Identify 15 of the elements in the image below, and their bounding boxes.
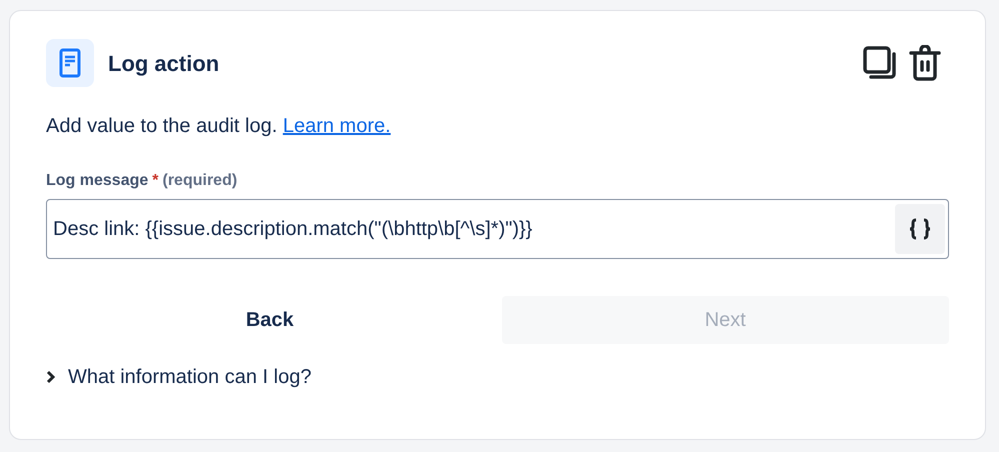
field-label: Log message: [46, 171, 148, 191]
log-message-field[interactable]: Desc link: {{issue.description.match("(\bhttp\b[^\s]*)")}}: [46, 199, 949, 259]
description-text: Add value to the audit log. Learn more.: [46, 114, 392, 139]
trash-icon[interactable]: [909, 45, 941, 81]
copy-icon[interactable]: [863, 46, 897, 80]
nav-button[interactable]: Back: [46, 296, 494, 344]
chevron-icon: [46, 370, 56, 384]
learn-more-link[interactable]: Learn more.: [282, 115, 391, 137]
document-icon: [46, 39, 94, 87]
info-expander[interactable]: What information can I log?: [46, 362, 312, 392]
required-hint: (required): [162, 171, 238, 191]
card-title: Log action: [108, 50, 220, 78]
braces-icon: [908, 218, 932, 240]
required-mark: *: [152, 171, 158, 191]
code-button[interactable]: [895, 204, 945, 254]
